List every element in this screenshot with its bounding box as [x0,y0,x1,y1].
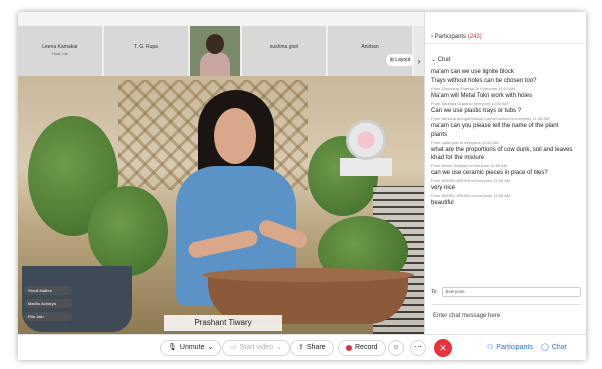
participants-button[interactable]: ⚇ Participants [480,340,540,356]
participant-name: T. G. Rupa [134,44,158,50]
chat-message-text: ma'am can we use lignite block [431,69,514,75]
smiley-icon: ☺ [392,344,400,351]
start-video-label: Start video [239,344,274,351]
participant-name: sushma goel [269,44,299,50]
chevron-down-icon: ⌄ [276,344,282,351]
name-tag: Ritu Jain [24,312,72,321]
chat-label: Chat [437,57,451,63]
chat-message: From Dhruvaraj Sharma To Everyone 11:52 … [431,86,581,100]
leave-meeting-button[interactable]: ✕ [434,339,452,357]
camera-off-icon: ▭ [230,344,237,351]
chat-message-text: beautiful [431,200,454,206]
name-tag-list: Shruti Mathur Madhu Acharya Ritu Jain [24,286,72,325]
participants-label: Participants [434,34,467,40]
unmute-label: Unmute [179,344,205,351]
more-icon: ⋯ [414,344,422,351]
chat-message-input[interactable]: Enter chat message here [431,304,581,326]
participant-name: Leena Karnakar [42,44,78,50]
chat-message-text: Can we use plastic trays or tubs ? [431,108,522,114]
person-icon: ⚇ [487,344,494,351]
participants-section-header[interactable]: › Participants (243) [425,30,586,44]
share-label: Share [306,344,326,351]
name-tag: Madhu Acharya [24,299,72,308]
chat-recipient-select[interactable]: Everyone [441,287,581,297]
share-button[interactable]: ⇪ Share [290,340,334,356]
chat-message: plants [431,131,581,139]
participant-tile[interactable]: T. G. Rupa [104,26,190,76]
chat-bubble-icon: ◯ [541,344,549,351]
chevron-down-icon: ⌄ [207,344,214,351]
microphone-muted-icon: 🎙 [168,344,177,351]
chevron-down-icon: ⌄ [431,57,437,63]
speaker-face [214,108,256,164]
participants-button-label: Participants [496,344,533,351]
chat-message-text: Trays without holes can be chosen too? [431,78,537,84]
chat-message-text: Ma'am will Metal Tokri work with holes [431,93,533,99]
chat-section-header[interactable]: ⌄ Chat [425,54,586,66]
record-button[interactable]: Record [338,340,386,356]
participant-video-tile[interactable] [190,26,242,76]
participant-body [200,52,230,76]
chat-message: From NEERU ARORA to everyone 11:55 AM be… [431,193,581,207]
chat-message: From udita goel to everyone 11:54 AM wha… [431,140,581,162]
meeting-toolbar: 🎙 Unmute ⌄ ▭ Start video ⌄ ⇪ Share Recor… [18,334,586,360]
chat-button-label: Chat [551,344,567,351]
chat-message-text: ma'am can you please tell the name of th… [431,123,559,129]
table-fan [346,120,386,160]
chat-message: From Amshi Sridhari to everyone 11:55 AM… [431,163,581,177]
fan-stand [340,158,392,176]
chat-message: From Nimisha Mongia Mowal Carmel school … [431,116,581,130]
chevron-right-icon: › [431,34,433,40]
unmute-button[interactable]: 🎙 Unmute ⌄ [160,340,222,356]
active-speaker-name: Prashant Tiwary [164,315,282,331]
name-tag: Shruti Mathur [24,286,72,295]
chat-to-label: To: [431,289,438,295]
record-icon [346,345,352,351]
more-options-button[interactable]: ⋯ [410,340,426,356]
reactions-button[interactable]: ☺ [388,340,404,356]
participant-tile[interactable]: Leena Karnakar Host, me [18,26,104,76]
meeting-stage: Leena Karnakar Host, me T. G. Rupa sushm… [18,12,424,360]
participant-tile[interactable]: sushma goel [242,26,328,76]
chat-recipient-row: To: Everyone [431,286,581,298]
plant-left-lower [88,186,168,276]
participant-role: Host, me [51,51,68,56]
chat-message: Trays without holes can be chosen too? [431,77,581,85]
participant-name: Anirban [361,44,379,50]
bonsai-tray-rim [202,268,414,282]
layout-label: Layout [395,57,411,63]
participant-strip: Leena Karnakar Host, me T. G. Rupa sushm… [18,26,424,76]
chevron-right-icon[interactable]: › [414,56,424,70]
participants-count: (243) [467,34,482,40]
participant-face [206,34,224,54]
chat-message-text: can we use ceramic pieces in place of ti… [431,170,548,176]
chat-message-text: plants [431,132,448,138]
chat-message-list[interactable]: ma'am can we use lignite block Trays wit… [425,68,586,280]
chat-message: From Saumya Gupta to everyone 11:53 AM C… [431,101,581,115]
record-label: Record [355,344,378,351]
active-speaker-video: Shruti Mathur Madhu Acharya Ritu Jain [18,76,424,334]
chat-message: From NEERU ARORA to everyone 11:55 AM ve… [431,178,581,192]
close-icon: ✕ [439,343,447,353]
meeting-window: Leena Karnakar Host, me T. G. Rupa sushm… [18,12,586,360]
chat-message-text: what are the proportions of cow dunk, so… [431,147,573,161]
start-video-button[interactable]: ▭ Start video ⌄ [222,340,290,356]
share-screen-icon: ⇪ [298,344,304,351]
chat-message: ma'am can we use lignite block [431,68,581,76]
side-panel: › Participants (243) ⌄ Chat ma'am can we… [424,12,586,334]
participant-tile[interactable]: Anirban [328,26,414,76]
chat-message-text: very nice [431,185,456,191]
chat-button[interactable]: ◯ Chat [534,340,574,356]
layout-button[interactable]: ⊞ Layout [386,54,414,66]
